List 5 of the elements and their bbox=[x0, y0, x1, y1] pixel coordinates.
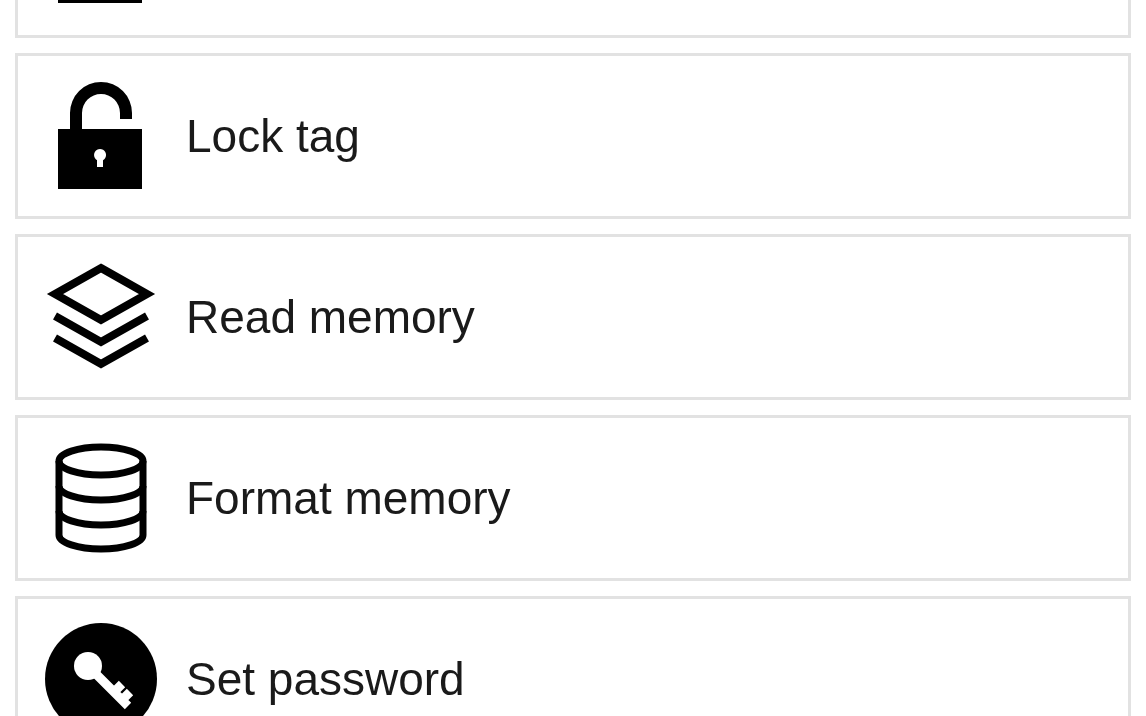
menu-item[interactable]: Format memory bbox=[15, 415, 1131, 581]
menu-item[interactable]: Read memory bbox=[15, 234, 1131, 400]
menu-item[interactable]: Lock tag bbox=[15, 53, 1131, 219]
menu-item[interactable]: Set password bbox=[15, 596, 1131, 716]
key-icon bbox=[44, 622, 158, 716]
